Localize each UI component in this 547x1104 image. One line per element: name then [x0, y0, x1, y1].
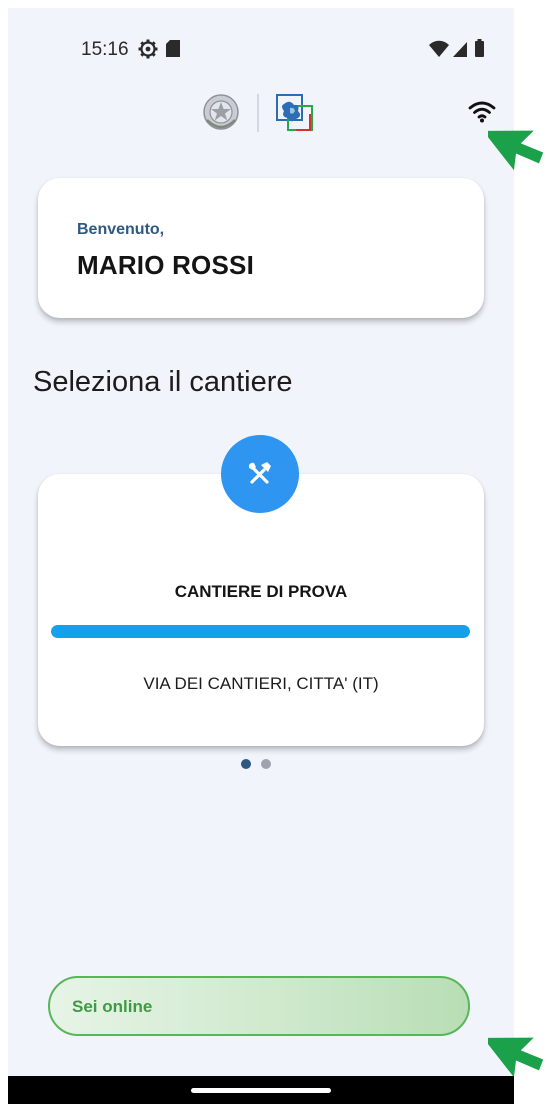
pager-dot[interactable] — [261, 759, 271, 769]
italian-republic-emblem-icon — [203, 94, 239, 130]
site-progress-fill — [51, 625, 470, 638]
pointer-arrow-icon — [488, 130, 544, 171]
pager-dot-active[interactable] — [241, 759, 251, 769]
status-time: 15:16 — [81, 39, 129, 60]
welcome-greeting: Benvenuto, — [77, 221, 165, 238]
app-logo-icon — [276, 94, 313, 131]
site-name: CANTIERE DI PROVA — [174, 582, 348, 601]
tools-icon — [249, 462, 271, 484]
home-handle[interactable] — [191, 1088, 331, 1093]
status-bar: 15:16 — [8, 8, 514, 88]
pointer-arrow-icon — [488, 1037, 544, 1078]
connection-status-label: Sei online — [72, 997, 153, 1016]
section-title: Seleziona il cantiere — [33, 366, 293, 398]
app-screen: 15:16 Benvenuto, MARIO ROSSI Seleziona i… — [8, 8, 514, 1076]
carousel-pager — [241, 759, 281, 771]
system-indicators — [429, 39, 484, 57]
site-badge — [221, 435, 299, 513]
site-progress-bar — [51, 625, 470, 638]
connection-status-pill: Sei online — [48, 976, 470, 1036]
site-card[interactable]: CANTIERE DI PROVA VIA DEI CANTIERI, CITT… — [38, 474, 484, 746]
welcome-card: Benvenuto, MARIO ROSSI — [38, 178, 484, 318]
user-name: MARIO ROSSI — [77, 250, 254, 280]
sd-card-icon — [166, 40, 180, 57]
gear-icon — [138, 39, 158, 59]
wifi-signal-icon — [429, 40, 449, 57]
logo-divider — [257, 94, 259, 132]
navigation-bar — [8, 1076, 514, 1104]
cell-signal-icon — [453, 42, 467, 57]
site-address: VIA DEI CANTIERI, CITTA' (IT) — [143, 674, 379, 693]
battery-icon — [475, 39, 484, 57]
